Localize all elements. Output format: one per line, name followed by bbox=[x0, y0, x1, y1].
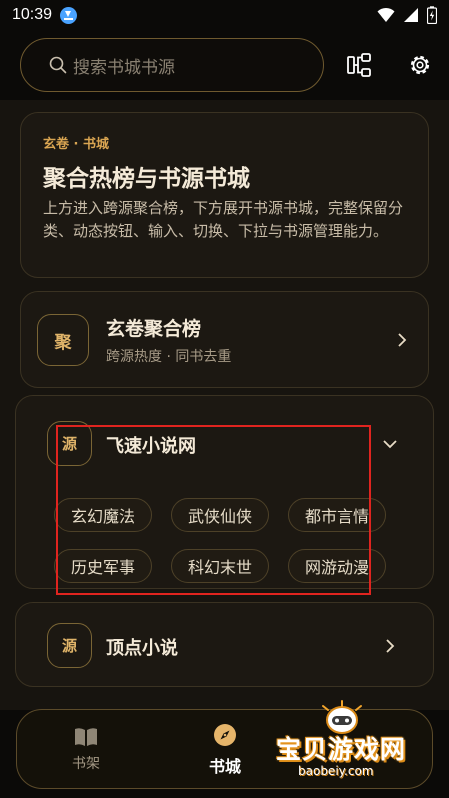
search-icon bbox=[49, 56, 67, 74]
search-row: 搜索书城书源 bbox=[20, 38, 435, 92]
category-chip[interactable]: 历史军事 bbox=[54, 549, 152, 583]
source-card-collapsed[interactable]: 源 顶点小说 bbox=[15, 602, 434, 687]
tab-label: 书架 bbox=[72, 756, 100, 772]
aggregate-ranking-card[interactable]: 聚 玄卷聚合榜 跨源热度 · 同书去重 bbox=[20, 291, 429, 388]
signal-icon bbox=[404, 8, 418, 22]
category-chip[interactable]: 网游动漫 bbox=[288, 549, 386, 583]
chevron-right-icon bbox=[398, 333, 407, 347]
tab-bookshelf[interactable]: 书架 bbox=[31, 710, 141, 790]
ranking-subtitle: 跨源热度 · 同书去重 bbox=[106, 349, 232, 365]
ranking-badge: 聚 bbox=[37, 314, 89, 366]
chevron-down-icon[interactable] bbox=[382, 436, 398, 452]
source-badge: 源 bbox=[47, 421, 92, 466]
intro-title: 聚合热榜与书源书城 bbox=[43, 166, 250, 192]
tab-label: 书城 bbox=[208, 757, 241, 776]
status-icons bbox=[377, 6, 437, 24]
download-icon bbox=[60, 6, 78, 24]
status-bar: 10:39 bbox=[0, 0, 449, 30]
status-time: 10:39 bbox=[12, 6, 53, 23]
intro-card: 玄卷 · 书城 聚合热榜与书源书城 上方进入跨源聚合榜，下方展开书源书城，完整保… bbox=[20, 112, 429, 278]
compass-icon bbox=[214, 724, 236, 746]
ranking-title: 玄卷聚合榜 bbox=[106, 318, 202, 340]
battery-charging-icon bbox=[427, 6, 437, 24]
intro-tag: 玄卷 · 书城 bbox=[43, 137, 109, 152]
chevron-right-icon bbox=[386, 639, 395, 653]
search-input[interactable]: 搜索书城书源 bbox=[20, 38, 324, 92]
category-chip[interactable]: 科幻末世 bbox=[171, 549, 269, 583]
source-card-expanded: 源 飞速小说网 玄幻魔法 武侠仙侠 都市言情 历史军事 科幻末世 网游动漫 bbox=[15, 395, 434, 589]
tab-bookstore[interactable]: 书城 bbox=[170, 710, 280, 790]
intro-description: 上方进入跨源聚合榜，下方展开书源书城，完整保留分类、动态按钮、输入、切换、下拉与… bbox=[43, 199, 404, 240]
bottom-tab-bar: 书架 书城 bbox=[16, 709, 433, 789]
category-chip[interactable]: 玄幻魔法 bbox=[54, 498, 152, 532]
source-name: 顶点小说 bbox=[106, 638, 178, 659]
category-chips: 玄幻魔法 武侠仙侠 都市言情 历史军事 科幻末世 网游动漫 bbox=[54, 498, 414, 583]
source-tree-icon[interactable] bbox=[346, 52, 372, 78]
category-chip[interactable]: 武侠仙侠 bbox=[171, 498, 269, 532]
search-placeholder: 搜索书城书源 bbox=[73, 57, 175, 78]
source-badge: 源 bbox=[47, 623, 92, 668]
source-name[interactable]: 飞速小说网 bbox=[106, 432, 196, 458]
category-chip[interactable]: 都市言情 bbox=[288, 498, 386, 532]
book-open-icon bbox=[75, 728, 97, 746]
gear-icon[interactable] bbox=[407, 52, 433, 78]
wifi-icon bbox=[377, 7, 395, 22]
content-panel: 玄卷 · 书城 聚合热榜与书源书城 上方进入跨源聚合榜，下方展开书源书城，完整保… bbox=[0, 100, 449, 710]
